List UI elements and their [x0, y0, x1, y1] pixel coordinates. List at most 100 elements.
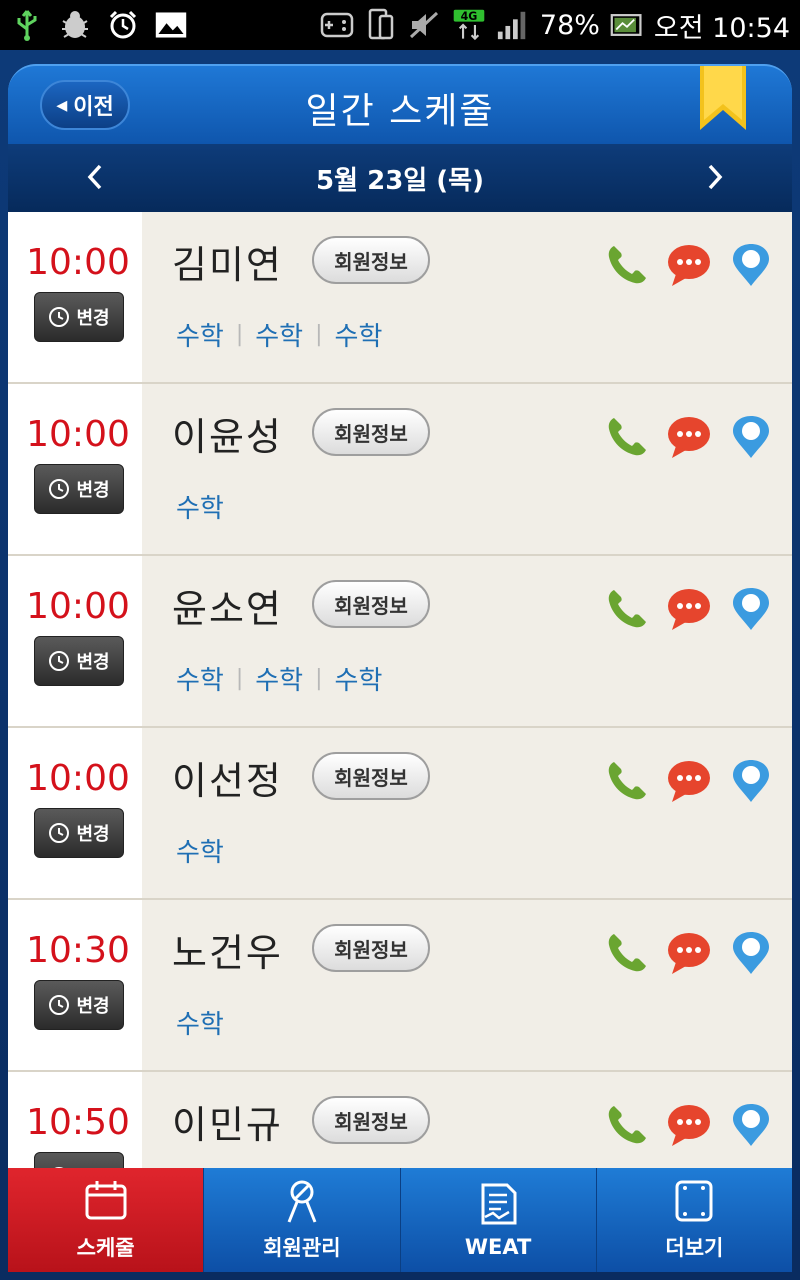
change-time-button[interactable]: 변경 [34, 808, 124, 858]
network-4g-icon: 4G [452, 8, 486, 42]
member-name: 이선정 [172, 759, 283, 803]
subject-tag[interactable]: 수학 [176, 316, 224, 353]
row-content: 이윤성 회원정보 수학 [142, 384, 792, 554]
time-column: 10:30 변경 [8, 900, 142, 1070]
map-pin-icon[interactable] [728, 930, 774, 976]
clock-icon [49, 995, 70, 1015]
subject-list: 수학 | 수학 | 수학 [176, 316, 382, 353]
member-info-button[interactable]: 회원정보 [312, 1096, 430, 1144]
schedule-row[interactable]: 10:00 변경 이윤성 회원정보 수학 [8, 384, 792, 556]
row-content: 이선정 회원정보 수학 [142, 728, 792, 898]
row-actions [604, 930, 774, 976]
status-bar: 4G 78% 오전 10:54 [0, 0, 800, 50]
time-column: 10:00 변경 [8, 212, 142, 382]
next-day-chevron-icon[interactable] [700, 162, 730, 192]
row-content: 이민규 회원정보 [142, 1072, 792, 1168]
chat-icon[interactable] [666, 242, 712, 288]
map-pin-icon[interactable] [728, 414, 774, 460]
schedule-row[interactable]: 10:30 변경 노건우 회원정보 수학 [8, 900, 792, 1072]
member-name: 노건우 [172, 931, 283, 975]
mute-icon [408, 8, 442, 42]
tab-schedule[interactable]: 스케줄 [8, 1168, 204, 1272]
network-label: 4G [461, 10, 478, 23]
page-title: 일간 스케줄 [305, 91, 495, 132]
change-time-button[interactable]: 변경 [34, 636, 124, 686]
subject-tag[interactable]: 수학 [255, 316, 303, 353]
chat-icon[interactable] [666, 1102, 712, 1148]
gamepad-icon [320, 8, 354, 42]
member-name: 윤소연 [172, 587, 283, 631]
member-info-button[interactable]: 회원정보 [312, 752, 430, 800]
subject-tag[interactable]: 수학 [176, 488, 224, 525]
member-info-button[interactable]: 회원정보 [312, 236, 430, 284]
row-content: 윤소연 회원정보 수학 | 수학 | 수학 [142, 556, 792, 726]
clock-icon [49, 651, 70, 671]
chat-icon[interactable] [666, 414, 712, 460]
schedule-row[interactable]: 10:50 변경 이민규 회원정보 [8, 1072, 792, 1168]
phone-icon[interactable] [604, 242, 650, 288]
change-time-button[interactable]: 변경 [34, 292, 124, 342]
row-actions [604, 586, 774, 632]
more-icon [675, 1180, 713, 1222]
prev-day-chevron-icon[interactable] [80, 162, 110, 192]
row-actions [604, 1102, 774, 1148]
image-icon [154, 8, 188, 42]
tab-more[interactable]: 더보기 [595, 1168, 792, 1272]
chat-icon[interactable] [666, 930, 712, 976]
change-time-button[interactable]: 변경 [34, 980, 124, 1030]
bookmark-icon[interactable] [700, 66, 746, 132]
subject-tag[interactable]: 수학 [335, 316, 383, 353]
phone-icon[interactable] [604, 930, 650, 976]
clock: 오전 10:54 [653, 12, 790, 44]
chat-icon[interactable] [666, 758, 712, 804]
schedule-row[interactable]: 10:00 변경 김미연 회원정보 수학 | 수학 | 수학 [8, 212, 792, 384]
subject-tag[interactable]: 수학 [176, 832, 224, 869]
phone-device-icon [364, 8, 398, 42]
subject-tag[interactable]: 수학 [176, 660, 224, 697]
change-time-label: 변경 [76, 996, 110, 1017]
subject-list: 수학 [176, 488, 224, 525]
member-name: 이민규 [172, 1103, 283, 1147]
map-pin-icon[interactable] [728, 758, 774, 804]
change-time-button[interactable]: 변경 [34, 1152, 124, 1168]
tab-bar: 스케줄 회원관리 WEAT 더보기 [8, 1168, 792, 1272]
schedule-row[interactable]: 10:00 변경 윤소연 회원정보 수학 | 수학 | 수학 [8, 556, 792, 728]
row-content: 노건우 회원정보 수학 [142, 900, 792, 1070]
member-info-button[interactable]: 회원정보 [312, 924, 430, 972]
appointment-time: 10:00 [26, 758, 130, 799]
appointment-time: 10:00 [26, 242, 130, 283]
phone-icon[interactable] [604, 758, 650, 804]
tab-members[interactable]: 회원관리 [203, 1168, 399, 1272]
appointment-time: 10:30 [26, 930, 130, 971]
subject-list: 수학 [176, 832, 224, 869]
member-info-button[interactable]: 회원정보 [312, 580, 430, 628]
chat-icon[interactable] [666, 586, 712, 632]
phone-icon[interactable] [604, 1102, 650, 1148]
map-pin-icon[interactable] [728, 586, 774, 632]
tab-more-label: 더보기 [665, 1236, 724, 1260]
subject-separator: | [235, 322, 244, 347]
change-time-button[interactable]: 변경 [34, 464, 124, 514]
schedule-row[interactable]: 10:00 변경 이선정 회원정보 수학 [8, 728, 792, 900]
subject-tag[interactable]: 수학 [335, 660, 383, 697]
subject-tag[interactable]: 수학 [255, 660, 303, 697]
date-navigator: 5월 23일 (목) [8, 144, 792, 212]
map-pin-icon[interactable] [728, 1102, 774, 1148]
subject-tag[interactable]: 수학 [176, 1004, 224, 1041]
map-pin-icon[interactable] [728, 242, 774, 288]
app-frame: ◂ 이전 일간 스케줄 5월 23일 (목) 10:00 변경 김미연 회원정보 [0, 50, 800, 1280]
phone-icon[interactable] [604, 414, 650, 460]
debug-icon [58, 8, 92, 42]
clock-icon [49, 479, 70, 499]
appointment-time: 10:50 [26, 1102, 130, 1143]
clock-icon [49, 823, 70, 843]
tab-weat[interactable]: WEAT [399, 1168, 596, 1272]
member-info-button[interactable]: 회원정보 [312, 408, 430, 456]
member-name: 이윤성 [172, 415, 283, 459]
battery-percent: 78% [539, 9, 600, 41]
phone-icon[interactable] [604, 586, 650, 632]
battery-icon [610, 8, 644, 42]
tab-weat-label: WEAT [464, 1235, 532, 1259]
schedule-list[interactable]: 10:00 변경 김미연 회원정보 수학 | 수학 | 수학 10:00 변경 … [8, 212, 792, 1168]
change-time-label: 변경 [76, 480, 110, 501]
